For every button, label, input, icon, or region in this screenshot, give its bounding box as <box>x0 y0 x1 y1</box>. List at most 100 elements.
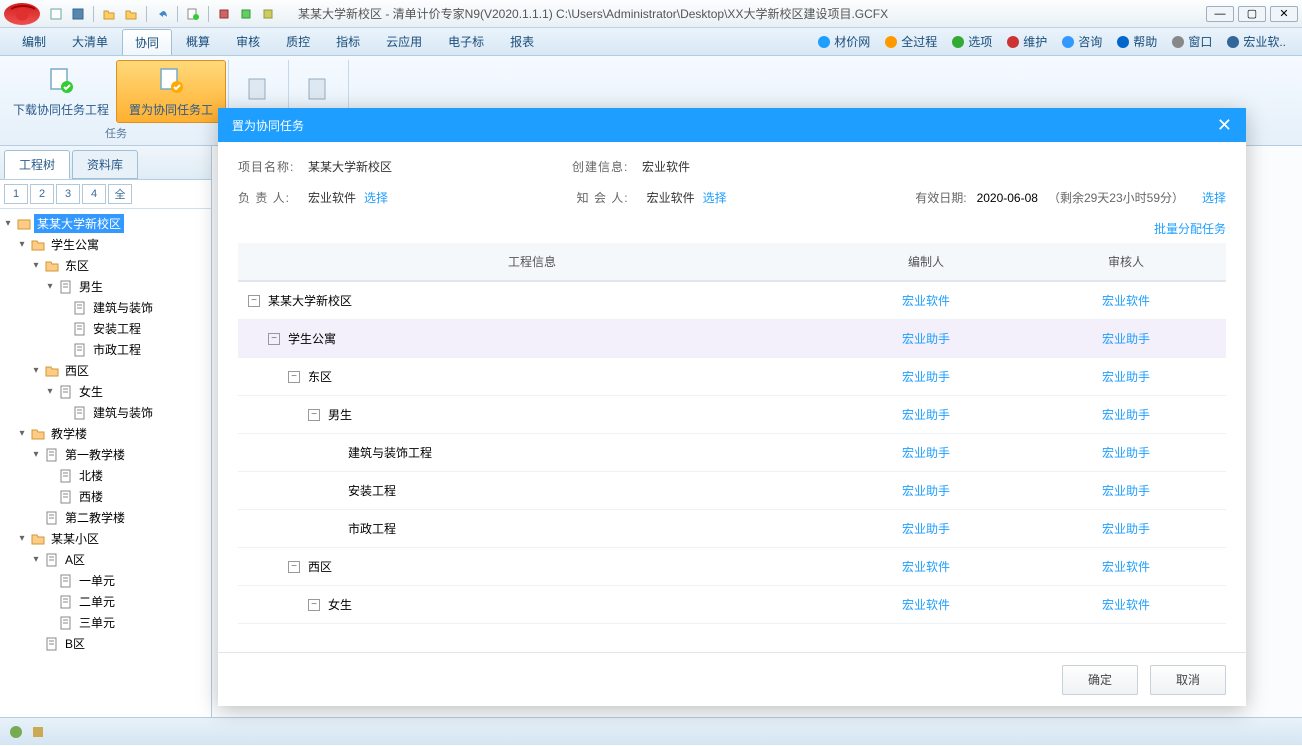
rmenu-cycle[interactable]: 全过程 <box>878 30 943 53</box>
editor-link[interactable]: 宏业助手 <box>826 482 1026 499</box>
tree-node[interactable]: ▾学生公寓 <box>2 234 209 255</box>
tree-node[interactable]: ▾西区 <box>2 360 209 381</box>
tree-node[interactable]: ▾第一教学楼 <box>2 444 209 465</box>
reviewer-link[interactable]: 宏业助手 <box>1026 406 1226 423</box>
modal-close-button[interactable]: ✕ <box>1217 115 1232 136</box>
filter-btn-4[interactable]: 4 <box>82 184 106 204</box>
editor-link[interactable]: 宏业助手 <box>826 330 1026 347</box>
editor-link[interactable]: 宏业软件 <box>826 292 1026 309</box>
row-toggle-icon[interactable]: − <box>308 409 320 421</box>
qat-tool3-icon[interactable] <box>258 4 278 24</box>
filter-btn-2[interactable]: 2 <box>30 184 54 204</box>
rmenu-help[interactable]: 帮助 <box>1110 30 1163 53</box>
reviewer-link[interactable]: 宏业软件 <box>1026 634 1226 636</box>
qat-folder-icon[interactable] <box>121 4 141 24</box>
tree-node[interactable]: ▾某某小区 <box>2 528 209 549</box>
editor-link[interactable]: 宏业助手 <box>826 520 1026 537</box>
tree-toggle-icon[interactable]: ▾ <box>16 239 28 250</box>
notify-select-link[interactable]: 选择 <box>703 189 727 206</box>
rmenu-user[interactable]: 宏业软.. <box>1220 30 1292 53</box>
menu-item-5[interactable]: 质控 <box>274 29 322 55</box>
menu-item-9[interactable]: 报表 <box>498 29 546 55</box>
task-table[interactable]: −某某大学新校区宏业软件宏业软件−学生公寓宏业助手宏业助手−东区宏业助手宏业助手… <box>238 281 1226 636</box>
editor-link[interactable]: 宏业助手 <box>826 368 1026 385</box>
close-button[interactable]: ✕ <box>1270 6 1298 22</box>
tree-toggle-icon[interactable]: ▾ <box>30 260 42 271</box>
tree-node[interactable]: ▾男生 <box>2 276 209 297</box>
tree-node[interactable]: 西楼 <box>2 486 209 507</box>
task-row[interactable]: 建筑与装饰工程宏业软件宏业软件 <box>238 624 1226 636</box>
editor-link[interactable]: 宏业软件 <box>826 596 1026 613</box>
task-row[interactable]: 市政工程宏业助手宏业助手 <box>238 510 1226 548</box>
tree-node[interactable]: 北楼 <box>2 465 209 486</box>
tree-toggle-icon[interactable]: ▾ <box>44 281 56 292</box>
ribbon-btn-0[interactable]: 下载协同任务工程 <box>6 60 116 123</box>
tree-toggle-icon[interactable]: ▾ <box>16 428 28 439</box>
tree-node[interactable]: 建筑与装饰 <box>2 297 209 318</box>
qat-new-icon[interactable] <box>46 4 66 24</box>
row-toggle-icon[interactable]: − <box>288 561 300 573</box>
row-toggle-icon[interactable]: − <box>268 333 280 345</box>
tree-node[interactable]: ▾女生 <box>2 381 209 402</box>
tree-node[interactable]: ▾A区 <box>2 549 209 570</box>
tree-toggle-icon[interactable]: ▾ <box>30 365 42 376</box>
menu-item-8[interactable]: 电子标 <box>436 29 496 55</box>
tree-toggle-icon[interactable]: ▾ <box>44 386 56 397</box>
menu-item-7[interactable]: 云应用 <box>374 29 434 55</box>
rmenu-gear[interactable]: 选项 <box>945 30 998 53</box>
reviewer-link[interactable]: 宏业助手 <box>1026 368 1226 385</box>
owner-select-link[interactable]: 选择 <box>364 189 388 206</box>
menu-item-4[interactable]: 审核 <box>224 29 272 55</box>
minimize-button[interactable]: — <box>1206 6 1234 22</box>
task-row[interactable]: −某某大学新校区宏业软件宏业软件 <box>238 282 1226 320</box>
row-toggle-icon[interactable]: − <box>248 295 260 307</box>
side-tab-1[interactable]: 资料库 <box>72 150 138 179</box>
rmenu-globe[interactable]: 材价网 <box>811 30 876 53</box>
menu-item-0[interactable]: 编制 <box>10 29 58 55</box>
task-row[interactable]: −西区宏业软件宏业软件 <box>238 548 1226 586</box>
editor-link[interactable]: 宏业软件 <box>826 558 1026 575</box>
maximize-button[interactable]: ▢ <box>1238 6 1266 22</box>
task-row[interactable]: −东区宏业助手宏业助手 <box>238 358 1226 396</box>
filter-btn-3[interactable]: 3 <box>56 184 80 204</box>
row-toggle-icon[interactable]: − <box>308 599 320 611</box>
reviewer-link[interactable]: 宏业助手 <box>1026 330 1226 347</box>
tree-node[interactable]: 一单元 <box>2 570 209 591</box>
tree-toggle-icon[interactable]: ▾ <box>16 533 28 544</box>
row-toggle-icon[interactable]: − <box>288 371 300 383</box>
reviewer-link[interactable]: 宏业软件 <box>1026 558 1226 575</box>
reviewer-link[interactable]: 宏业助手 <box>1026 520 1226 537</box>
tree-node[interactable]: 二单元 <box>2 591 209 612</box>
reviewer-link[interactable]: 宏业软件 <box>1026 292 1226 309</box>
qat-open-icon[interactable] <box>99 4 119 24</box>
tree-node[interactable]: ▾东区 <box>2 255 209 276</box>
reviewer-link[interactable]: 宏业软件 <box>1026 596 1226 613</box>
menu-item-6[interactable]: 指标 <box>324 29 372 55</box>
tree-toggle-icon[interactable]: ▾ <box>30 554 42 565</box>
tree-node[interactable]: B区 <box>2 633 209 654</box>
qat-tool1-icon[interactable] <box>214 4 234 24</box>
rmenu-wrench[interactable]: 维护 <box>1000 30 1053 53</box>
rmenu-window[interactable]: 窗口 <box>1165 30 1218 53</box>
ribbon-btn-1[interactable]: 置为协同任务工 <box>116 60 226 123</box>
rmenu-qq[interactable]: 咨询 <box>1055 30 1108 53</box>
editor-link[interactable]: 宏业助手 <box>826 444 1026 461</box>
date-select-link[interactable]: 选择 <box>1202 189 1226 206</box>
reviewer-link[interactable]: 宏业助手 <box>1026 482 1226 499</box>
tree-node[interactable]: 建筑与装饰 <box>2 402 209 423</box>
task-row[interactable]: −男生宏业助手宏业助手 <box>238 396 1226 434</box>
batch-assign-link[interactable]: 批量分配任务 <box>238 220 1226 237</box>
tree-node[interactable]: ▾某某大学新校区 <box>2 213 209 234</box>
cancel-button[interactable]: 取消 <box>1150 665 1226 695</box>
qat-tool2-icon[interactable] <box>236 4 256 24</box>
reviewer-link[interactable]: 宏业助手 <box>1026 444 1226 461</box>
qat-save-icon[interactable] <box>68 4 88 24</box>
tree-node[interactable]: 安装工程 <box>2 318 209 339</box>
tree-toggle-icon[interactable]: ▾ <box>2 218 14 229</box>
side-tab-0[interactable]: 工程树 <box>4 150 70 179</box>
editor-link[interactable]: 宏业助手 <box>826 406 1026 423</box>
task-row[interactable]: −学生公寓宏业助手宏业助手 <box>238 320 1226 358</box>
qat-export-icon[interactable] <box>183 4 203 24</box>
tree-node[interactable]: 第二教学楼 <box>2 507 209 528</box>
tree-toggle-icon[interactable]: ▾ <box>30 449 42 460</box>
